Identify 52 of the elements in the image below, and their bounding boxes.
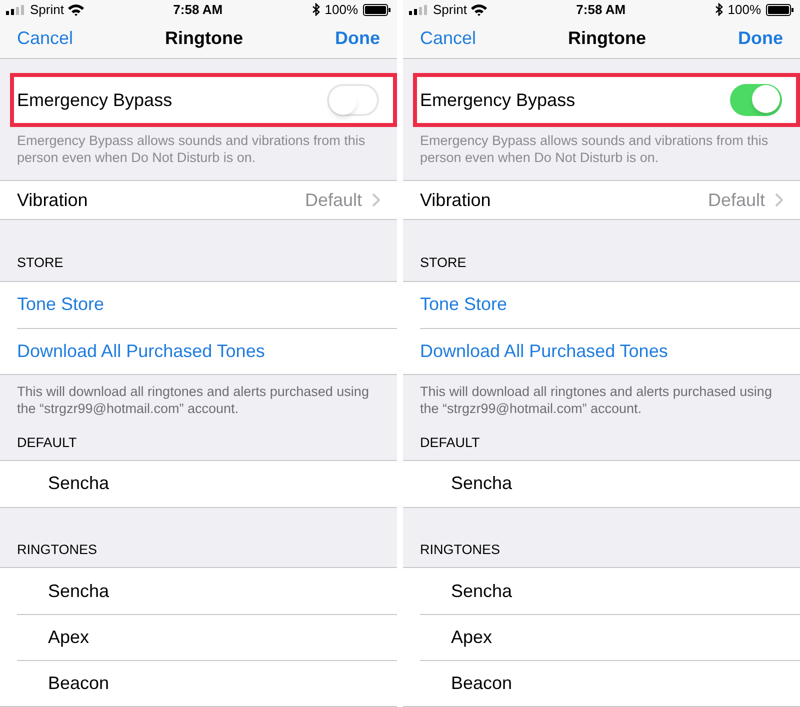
footer-note: This will download all ringtones and alerts purchased using the “strgzr99@hotmail.com” account. xyxy=(419,382,773,416)
toggle-switch[interactable] xyxy=(327,84,379,116)
done-button[interactable]: Done xyxy=(738,25,783,52)
status-time: 7:58 AM xyxy=(173,1,223,19)
section-header: DEFAULT xyxy=(419,434,481,452)
signal-icon xyxy=(409,4,429,15)
vibration-row[interactable]: Vibration Default xyxy=(0,180,397,220)
battery-icon xyxy=(363,4,391,16)
wifi-icon xyxy=(470,4,487,16)
tone-item[interactable]: Beacon xyxy=(17,660,397,706)
status-time: 7:58 AM xyxy=(576,1,626,19)
toggle-switch[interactable] xyxy=(730,84,782,116)
done-button[interactable]: Done xyxy=(335,25,380,52)
section-header: RINGTONES xyxy=(419,540,502,559)
carrier-name: Sprint xyxy=(30,1,64,19)
store-link[interactable]: Download All Purchased Tones xyxy=(420,328,800,374)
cancel-button[interactable]: Cancel xyxy=(17,25,74,52)
store-link[interactable]: Download All Purchased Tones xyxy=(17,328,397,374)
store-link[interactable]: Tone Store xyxy=(0,282,397,328)
battery-icon xyxy=(766,4,794,16)
nav-title: Ringtone xyxy=(165,27,244,50)
wifi-icon xyxy=(68,4,84,16)
row-value: Default xyxy=(708,188,765,212)
vibration-row[interactable]: Vibration Default xyxy=(403,180,800,220)
battery-percent: 100% xyxy=(728,1,761,19)
row-label: Emergency Bypass xyxy=(17,88,172,112)
nav-title: Ringtone xyxy=(568,27,646,50)
row-value: Default xyxy=(304,188,362,212)
section-header: STORE xyxy=(419,254,468,272)
tone-item[interactable]: Sencha xyxy=(403,568,800,614)
section-header: DEFAULT xyxy=(16,434,78,452)
chevron-icon xyxy=(372,193,380,208)
footer-note: This will download all ringtones and alerts purchased using the “strgzr99@hotmail.com” account. xyxy=(16,382,370,416)
footer-note: Emergency Bypass allows sounds and vibrations from this person even when Do Not Disturb is on. xyxy=(419,132,770,168)
bluetooth-icon xyxy=(714,3,723,16)
tone-item[interactable]: Apex xyxy=(420,614,800,660)
tone-item[interactable]: Sencha xyxy=(0,460,397,507)
chevron-icon xyxy=(775,193,783,208)
tone-item[interactable]: Apex xyxy=(17,614,397,660)
carrier-name: Sprint xyxy=(433,1,467,19)
bluetooth-icon xyxy=(312,3,320,16)
cancel-button[interactable]: Cancel xyxy=(420,25,476,52)
tone-item[interactable]: Sencha xyxy=(403,460,800,507)
tone-item[interactable]: Sencha xyxy=(0,568,397,614)
store-link[interactable]: Tone Store xyxy=(403,282,800,328)
footer-note: Emergency Bypass allows sounds and vibrations from this person even when Do Not Disturb is on. xyxy=(16,132,366,168)
battery-percent: 100% xyxy=(324,1,358,19)
row-label: Emergency Bypass xyxy=(420,88,576,112)
tone-item[interactable]: Beacon xyxy=(420,660,800,706)
section-header: RINGTONES xyxy=(16,540,98,559)
signal-icon xyxy=(6,4,26,15)
section-header: STORE xyxy=(16,254,64,272)
